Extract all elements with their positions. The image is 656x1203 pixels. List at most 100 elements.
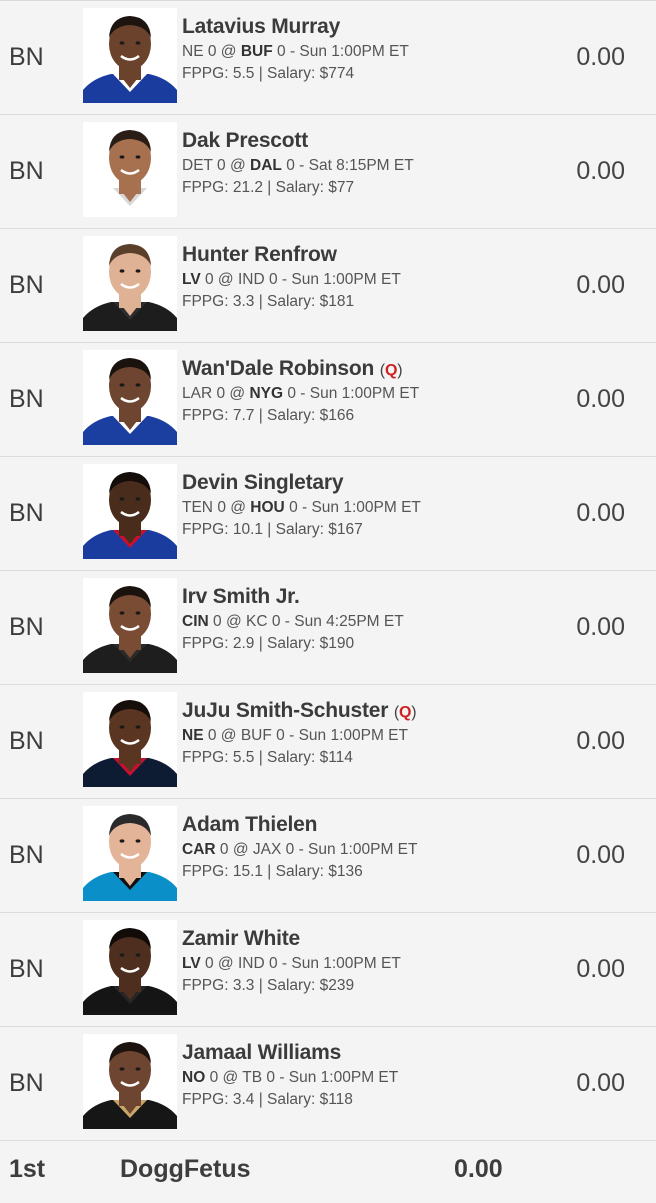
player-name[interactable]: Dak Prescott [182, 129, 536, 153]
team-name[interactable]: DoggFetus [120, 1141, 251, 1197]
player-name[interactable]: JuJu Smith-Schuster (Q) [182, 699, 536, 723]
game-time: Sun 1:00PM ET [311, 499, 421, 516]
player-name-text[interactable]: Jamaal Williams [182, 1041, 341, 1064]
injury-badge: (Q) [379, 362, 403, 379]
salary-value: $181 [319, 293, 355, 310]
fppg-value: 7.7 [232, 407, 255, 424]
rank-label: 1st [9, 1155, 46, 1183]
player-points: 0.00 [576, 385, 625, 413]
game-time: Sun 1:00PM ET [291, 271, 401, 288]
player-headshot[interactable] [83, 236, 177, 331]
player-row[interactable]: BN Devin Singletary TEN 0 @ HOU 0 - Sun … [0, 457, 656, 571]
salary-value: $77 [328, 179, 355, 196]
player-headshot-image [83, 806, 177, 901]
player-headshot[interactable] [83, 920, 177, 1015]
away-score: 0 [204, 955, 214, 972]
game-info: CAR 0 @ JAX 0 - Sun 1:00PM ET [182, 841, 418, 858]
away-score: 0 [204, 271, 214, 288]
player-headshot[interactable] [83, 578, 177, 673]
game-info: LAR 0 @ NYG 0 - Sun 1:00PM ET [182, 385, 420, 402]
player-row[interactable]: BN Irv Smith Jr. CIN 0 @ KC 0 - Sun 4:25… [0, 571, 656, 685]
player-row[interactable]: BN Dak Prescott DET 0 @ DAL 0 - Sat 8:15… [0, 115, 656, 229]
player-info: Hunter Renfrow LV 0 @ IND 0 - Sun 1:00PM… [182, 243, 536, 311]
fppg-label: FPPG: [182, 977, 229, 994]
salary-label: Salary: [275, 521, 324, 538]
player-points: 0.00 [576, 727, 625, 755]
player-points: 0.00 [576, 613, 625, 641]
player-name-text[interactable]: JuJu Smith-Schuster [182, 699, 388, 722]
player-headshot[interactable] [83, 8, 177, 103]
away-team: DET [182, 157, 213, 174]
player-name[interactable]: Latavius Murray [182, 15, 536, 39]
standings-footer[interactable]: 1st DoggFetus 0.00 [0, 1141, 656, 1203]
player-name[interactable]: Hunter Renfrow [182, 243, 536, 267]
salary-value: $774 [319, 65, 355, 82]
player-points: 0.00 [576, 955, 625, 983]
player-name-text[interactable]: Zamir White [182, 927, 300, 950]
player-name-text[interactable]: Devin Singletary [182, 471, 344, 494]
player-name-text[interactable]: Adam Thielen [182, 813, 317, 836]
game-info: TEN 0 @ HOU 0 - Sun 1:00PM ET [182, 499, 421, 516]
player-headshot[interactable] [83, 122, 177, 217]
roster-slot: BN [9, 271, 44, 299]
salary-value: $190 [319, 635, 355, 652]
player-name[interactable]: Adam Thielen [182, 813, 536, 837]
player-stats: FPPG: 3.3 | Salary: $239 [182, 977, 355, 994]
player-row[interactable]: BN Wan'Dale Robinson (Q) LAR 0 @ NYG 0 -… [0, 343, 656, 457]
player-headshot[interactable] [83, 350, 177, 445]
game-time: Sun 1:00PM ET [299, 43, 409, 60]
player-headshot[interactable] [83, 692, 177, 787]
salary-label: Salary: [267, 749, 316, 766]
player-name-text[interactable]: Hunter Renfrow [182, 243, 337, 266]
away-team: NE [182, 43, 204, 60]
away-score: 0 [209, 1069, 219, 1086]
roster-slot: BN [9, 727, 44, 755]
home-team: JAX [252, 841, 282, 858]
player-row[interactable]: BN Jamaal Williams NO 0 @ TB 0 - Sun 1:0… [0, 1027, 656, 1141]
player-name[interactable]: Devin Singletary [182, 471, 536, 495]
player-headshot[interactable] [83, 1034, 177, 1129]
player-row[interactable]: BN Hunter Renfrow LV 0 @ IND 0 - Sun 1:0… [0, 229, 656, 343]
away-team: TEN [182, 499, 213, 516]
player-headshot[interactable] [83, 464, 177, 559]
player-name-text[interactable]: Dak Prescott [182, 129, 308, 152]
player-name[interactable]: Jamaal Williams [182, 1041, 536, 1065]
home-score: 0 [285, 841, 295, 858]
player-info: Dak Prescott DET 0 @ DAL 0 - Sat 8:15PM … [182, 129, 536, 197]
player-headshot-image [83, 578, 177, 673]
roster-slot: BN [9, 499, 44, 527]
player-headshot-image [83, 1034, 177, 1129]
player-row[interactable]: BN Zamir White LV 0 @ IND 0 - Sun 1:00PM… [0, 913, 656, 1027]
player-headshot-image [83, 236, 177, 331]
home-team: HOU [250, 499, 285, 516]
fppg-label: FPPG: [182, 749, 229, 766]
salary-label: Salary: [267, 293, 316, 310]
home-score: 0 [277, 43, 286, 60]
player-headshot-image [83, 122, 177, 217]
player-name[interactable]: Irv Smith Jr. [182, 585, 536, 609]
away-team: NO [182, 1069, 206, 1086]
fppg-label: FPPG: [182, 293, 229, 310]
salary-value: $136 [328, 863, 363, 880]
player-headshot-image [83, 920, 177, 1015]
player-name-text[interactable]: Wan'Dale Robinson [182, 357, 374, 380]
salary-label: Salary: [267, 635, 316, 652]
game-time: Sun 4:25PM ET [294, 613, 404, 630]
player-row[interactable]: BN JuJu Smith-Schuster (Q) NE 0 @ BUF 0 … [0, 685, 656, 799]
home-score: 0 [289, 499, 298, 516]
player-headshot-image [83, 692, 177, 787]
roster-slot: BN [9, 1069, 44, 1097]
player-info: Wan'Dale Robinson (Q) LAR 0 @ NYG 0 - Su… [182, 357, 536, 425]
player-headshot[interactable] [83, 806, 177, 901]
home-score: 0 [276, 727, 285, 744]
player-row[interactable]: BN Adam Thielen CAR 0 @ JAX 0 - Sun 1:00… [0, 799, 656, 913]
player-points: 0.00 [576, 499, 625, 527]
player-name[interactable]: Zamir White [182, 927, 536, 951]
fppg-value: 10.1 [232, 521, 263, 538]
player-name[interactable]: Wan'Dale Robinson (Q) [182, 357, 536, 381]
player-headshot-image [83, 464, 177, 559]
fppg-value: 3.3 [232, 977, 255, 994]
player-name-text[interactable]: Irv Smith Jr. [182, 585, 300, 608]
player-name-text[interactable]: Latavius Murray [182, 15, 340, 38]
player-row[interactable]: BN Latavius Murray NE 0 @ BUF 0 - Sun 1:… [0, 1, 656, 115]
